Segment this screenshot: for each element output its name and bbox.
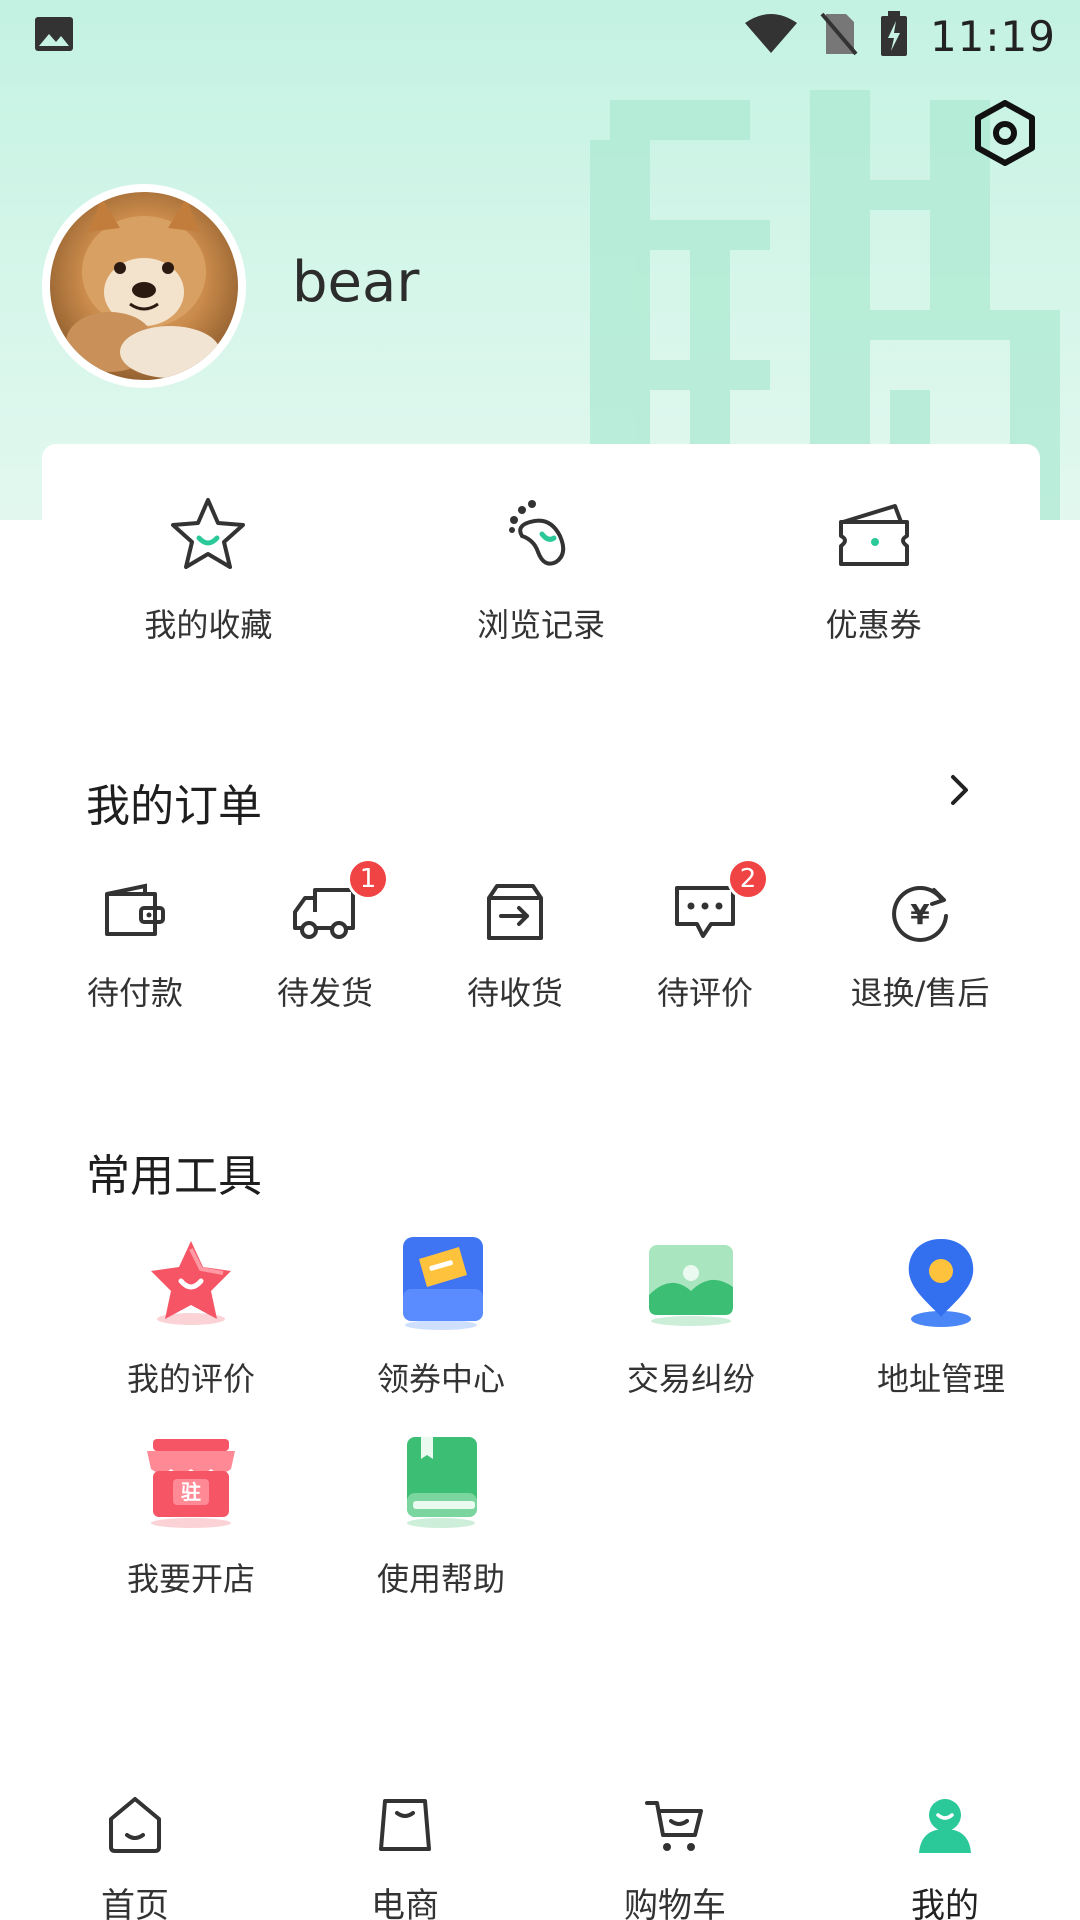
dispute-icon [641, 1230, 741, 1336]
tool-trade-dispute[interactable]: 交易纠纷 [566, 1230, 816, 1430]
tool-address-management[interactable]: 地址管理 [816, 1230, 1066, 1430]
footprint-icon [501, 494, 581, 574]
tool-label: 使用帮助 [376, 1560, 505, 1598]
order-label: 退换/售后 [850, 974, 990, 1012]
nav-label: 购物车 [624, 1886, 726, 1920]
quick-link-label: 优惠券 [825, 606, 922, 644]
tool-label: 领券中心 [376, 1360, 505, 1398]
inbox-icon [475, 872, 555, 952]
status-time: 11:19 [929, 11, 1056, 61]
truck-icon: 1 [285, 858, 389, 952]
wifi-icon [744, 13, 798, 59]
quick-link-history[interactable]: 浏览记录 [411, 494, 671, 646]
nav-label: 我的 [911, 1886, 979, 1920]
nav-label: 电商 [371, 1886, 439, 1920]
shopping-bag-icon [370, 1790, 440, 1860]
nav-profile[interactable]: 我的 [845, 1790, 1045, 1920]
quick-link-favorites[interactable]: 我的收藏 [78, 494, 338, 646]
cart-icon [640, 1790, 710, 1860]
nav-label: 首页 [101, 1886, 169, 1920]
tool-label: 地址管理 [876, 1360, 1005, 1398]
location-icon [891, 1230, 991, 1336]
tools-grid: 我的评价 领券中心 交易纠纷 地址管理 驻 我要开店 使用帮助 [66, 1230, 1066, 1630]
quick-link-label: 我的收藏 [144, 606, 273, 644]
nav-ecommerce[interactable]: 电商 [305, 1790, 505, 1920]
order-pending-payment[interactable]: 待付款 [40, 872, 230, 1014]
tool-label: 我的评价 [126, 1360, 255, 1398]
comment-icon: 2 [665, 858, 769, 952]
nav-home[interactable]: 首页 [35, 1790, 235, 1920]
svg-text:¥: ¥ [910, 898, 930, 931]
chevron-right-icon [951, 775, 968, 805]
order-pending-shipment[interactable]: 1 待发货 [230, 858, 420, 1014]
review-star-icon [141, 1230, 241, 1336]
notification-badge: 1 [347, 858, 389, 900]
settings-button[interactable] [970, 98, 1040, 168]
tool-open-shop[interactable]: 驻 我要开店 [66, 1430, 316, 1630]
tool-help[interactable]: 使用帮助 [316, 1430, 566, 1630]
orders-row: 待付款 1 待发货 待收货 2 待评价 ¥ 退换/售后 [40, 858, 1040, 1014]
profile-icon [910, 1790, 980, 1860]
username: bear [292, 250, 420, 315]
no-sim-icon [820, 12, 858, 60]
star-icon [168, 494, 248, 574]
avatar[interactable] [42, 184, 246, 388]
avatar-image [50, 192, 238, 380]
orders-more-button[interactable] [940, 770, 980, 810]
order-label: 待付款 [86, 974, 183, 1012]
tool-label: 我要开店 [126, 1560, 255, 1598]
coupon-icon [834, 494, 914, 574]
image-icon [34, 16, 74, 56]
order-label: 待收货 [466, 974, 563, 1012]
order-pending-review[interactable]: 2 待评价 [610, 858, 800, 1014]
help-book-icon [391, 1430, 491, 1536]
status-bar: 11:19 [0, 0, 1080, 72]
battery-charging-icon [880, 11, 908, 61]
tool-label: 交易纠纷 [626, 1360, 755, 1398]
wallet-icon [95, 872, 175, 952]
tool-coupon-center[interactable]: 领券中心 [316, 1230, 566, 1430]
coupon-center-icon [391, 1230, 491, 1336]
refund-icon: ¥ [880, 872, 960, 952]
shop-badge-text: 驻 [181, 1480, 201, 1504]
home-icon [100, 1790, 170, 1860]
notification-badge: 2 [727, 858, 769, 900]
quick-link-label: 浏览记录 [476, 606, 605, 644]
quick-links-card: 我的收藏 浏览记录 优惠券 [42, 444, 1040, 694]
tool-my-reviews[interactable]: 我的评价 [66, 1230, 316, 1430]
bottom-navigation: 首页 电商 购物车 我的 [0, 1768, 1080, 1920]
order-pending-receipt[interactable]: 待收货 [420, 872, 610, 1014]
tools-section-title: 常用工具 [86, 1151, 262, 1202]
nav-cart[interactable]: 购物车 [575, 1790, 775, 1920]
orders-section-title: 我的订单 [86, 781, 262, 832]
order-label: 待评价 [656, 974, 753, 1012]
settings-hexagon-icon [975, 100, 1035, 166]
order-label: 待发货 [276, 974, 373, 1012]
quick-link-coupons[interactable]: 优惠券 [744, 494, 1004, 646]
order-refund-aftersale[interactable]: ¥ 退换/售后 [800, 872, 1040, 1014]
shop-icon: 驻 [141, 1430, 241, 1536]
